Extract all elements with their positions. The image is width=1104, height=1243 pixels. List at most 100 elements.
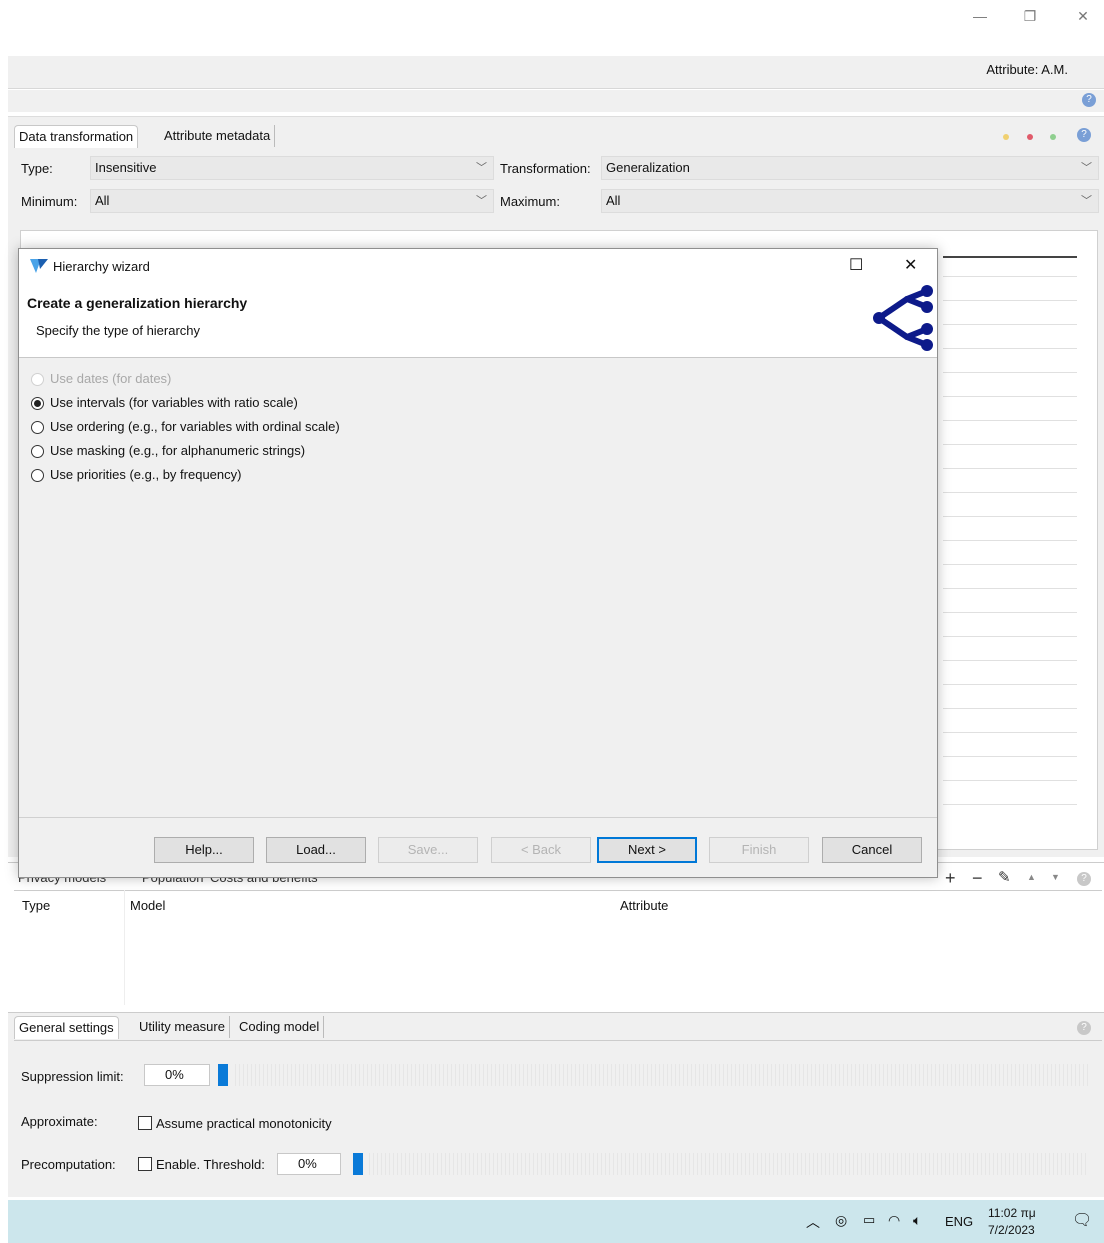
- grid-row-line: [943, 708, 1077, 709]
- grid-row-line: [943, 540, 1077, 541]
- privacy-help-icon[interactable]: ?: [1077, 872, 1091, 886]
- chevron-down-icon: ﹀: [476, 195, 487, 207]
- help-icon[interactable]: ?: [1082, 93, 1096, 107]
- wizard-heading: Create a generalization hierarchy: [27, 295, 248, 311]
- type-label: Type:: [21, 161, 53, 176]
- grid-row-line: [943, 684, 1077, 685]
- minimum-value: All: [95, 193, 110, 208]
- tab-data-transformation[interactable]: Data transformation: [14, 125, 139, 148]
- precomputation-checkbox[interactable]: [138, 1157, 152, 1171]
- status-dot-yellow-icon: [1003, 134, 1009, 140]
- clock-time[interactable]: 11:02 πμ: [988, 1206, 1036, 1220]
- wizard-title: Hierarchy wizard: [53, 259, 150, 274]
- status-dot-green-icon: [1050, 134, 1056, 140]
- threshold-slider-thumb[interactable]: [353, 1153, 363, 1175]
- panel-help-icon[interactable]: ?: [1077, 128, 1091, 142]
- chevron-up-icon[interactable]: ︿: [806, 1212, 820, 1232]
- remove-model-button[interactable]: −: [972, 868, 983, 889]
- save-button[interactable]: Save...: [378, 837, 478, 863]
- maximum-select[interactable]: All ﹀: [601, 189, 1099, 213]
- grid-row-line: [943, 804, 1077, 805]
- precomputation-label: Precomputation:: [21, 1157, 116, 1172]
- transformation-value: Generalization: [606, 160, 690, 175]
- grid-row-line: [943, 444, 1077, 445]
- transformation-label: Transformation:: [500, 161, 591, 176]
- tab-attribute-metadata[interactable]: Attribute metadata: [160, 125, 276, 147]
- restore-button[interactable]: ❐: [1015, 8, 1045, 30]
- maximum-label: Maximum:: [500, 194, 560, 209]
- suppression-slider-thumb[interactable]: [218, 1064, 228, 1086]
- grid-row-line: [943, 372, 1077, 373]
- back-button[interactable]: < Back: [491, 837, 591, 863]
- radio-use-dates[interactable]: [31, 373, 44, 386]
- option-use-dates: Use dates (for dates): [50, 371, 172, 386]
- header-toolbar: ?: [8, 90, 1104, 112]
- suppression-field[interactable]: 0%: [144, 1064, 210, 1086]
- privacy-divider: [14, 890, 1102, 891]
- grid-row-line: [943, 276, 1077, 277]
- column-type: Type: [22, 898, 51, 913]
- radio-use-masking[interactable]: [31, 445, 44, 458]
- attribute-title: Attribute: A.M.: [986, 62, 1068, 77]
- attribute-header: Attribute: A.M.: [8, 56, 1104, 89]
- minimum-select[interactable]: All ﹀: [90, 189, 494, 213]
- status-dot-red-icon: [1027, 134, 1033, 140]
- language-indicator[interactable]: ENG: [945, 1214, 973, 1229]
- suppression-value: 0%: [165, 1067, 184, 1082]
- hierarchy-tree-icon: [873, 285, 933, 351]
- finish-button[interactable]: Finish: [709, 837, 809, 863]
- transformation-select[interactable]: Generalization ﹀: [601, 156, 1099, 180]
- grid-row-line: [943, 516, 1077, 517]
- threshold-value: 0%: [298, 1156, 317, 1171]
- volume-icon[interactable]: 🔈︎: [913, 1212, 921, 1229]
- move-up-icon[interactable]: ▲: [1027, 872, 1036, 882]
- battery-icon[interactable]: ▭: [863, 1212, 875, 1228]
- notifications-icon[interactable]: 🗨︎: [1072, 1210, 1092, 1230]
- maximize-icon[interactable]: ☐: [849, 255, 863, 275]
- grid-row-line: [943, 780, 1077, 781]
- grid-row-line: [943, 300, 1077, 301]
- wizard-subheading: Specify the type of hierarchy: [36, 323, 201, 338]
- edit-pencil-icon[interactable]: ✎: [998, 868, 1011, 886]
- suppression-slider[interactable]: [232, 1064, 1088, 1086]
- cancel-button[interactable]: Cancel: [822, 837, 922, 863]
- minimum-label: Minimum:: [21, 194, 78, 209]
- wizard-app-icon: [30, 259, 48, 273]
- threshold-field[interactable]: 0%: [277, 1153, 341, 1175]
- radio-use-priorities[interactable]: [31, 469, 44, 482]
- move-down-icon[interactable]: ▼: [1051, 872, 1060, 882]
- threshold-slider[interactable]: [366, 1153, 1088, 1175]
- monotonicity-label: Assume practical monotonicity: [156, 1116, 332, 1131]
- grid-row-line: [943, 756, 1077, 757]
- minimize-button[interactable]: —: [965, 8, 995, 30]
- grid-row-line: [943, 468, 1077, 469]
- next-button[interactable]: Next >: [597, 837, 697, 863]
- tab-coding-model[interactable]: Coding model: [235, 1016, 325, 1038]
- option-use-masking: Use masking (e.g., for alphanumeric stri…: [50, 443, 306, 458]
- close-icon[interactable]: ✕: [904, 255, 917, 275]
- type-select[interactable]: Insensitive ﹀: [90, 156, 494, 180]
- close-window-button[interactable]: ✕: [1068, 8, 1098, 30]
- radio-use-ordering[interactable]: [31, 421, 44, 434]
- load-button[interactable]: Load...: [266, 837, 366, 863]
- add-model-button[interactable]: +: [945, 868, 956, 889]
- settings-help-icon[interactable]: ?: [1077, 1021, 1091, 1035]
- chevron-down-icon: ﹀: [1081, 162, 1092, 174]
- radio-use-intervals[interactable]: [31, 397, 44, 410]
- monotonicity-checkbox[interactable]: [138, 1116, 152, 1130]
- help-button[interactable]: Help...: [154, 837, 254, 863]
- wifi-icon[interactable]: ◠: [888, 1212, 900, 1229]
- meet-now-icon[interactable]: ◎: [835, 1212, 847, 1229]
- column-model: Model: [130, 898, 166, 913]
- grid-row-line: [943, 396, 1077, 397]
- column-attribute: Attribute: [620, 898, 669, 913]
- tab-general-settings[interactable]: General settings: [14, 1016, 119, 1039]
- grid-row-line: [943, 732, 1077, 733]
- table-scrollbar[interactable]: [1081, 236, 1095, 836]
- chevron-down-icon: ﹀: [476, 162, 487, 174]
- grid-row-line: [943, 564, 1077, 565]
- maximum-value: All: [606, 193, 621, 208]
- clock-date[interactable]: 7/2/2023: [988, 1223, 1035, 1237]
- grid-row-line: [943, 660, 1077, 661]
- tab-utility-measure[interactable]: Utility measure: [135, 1016, 230, 1038]
